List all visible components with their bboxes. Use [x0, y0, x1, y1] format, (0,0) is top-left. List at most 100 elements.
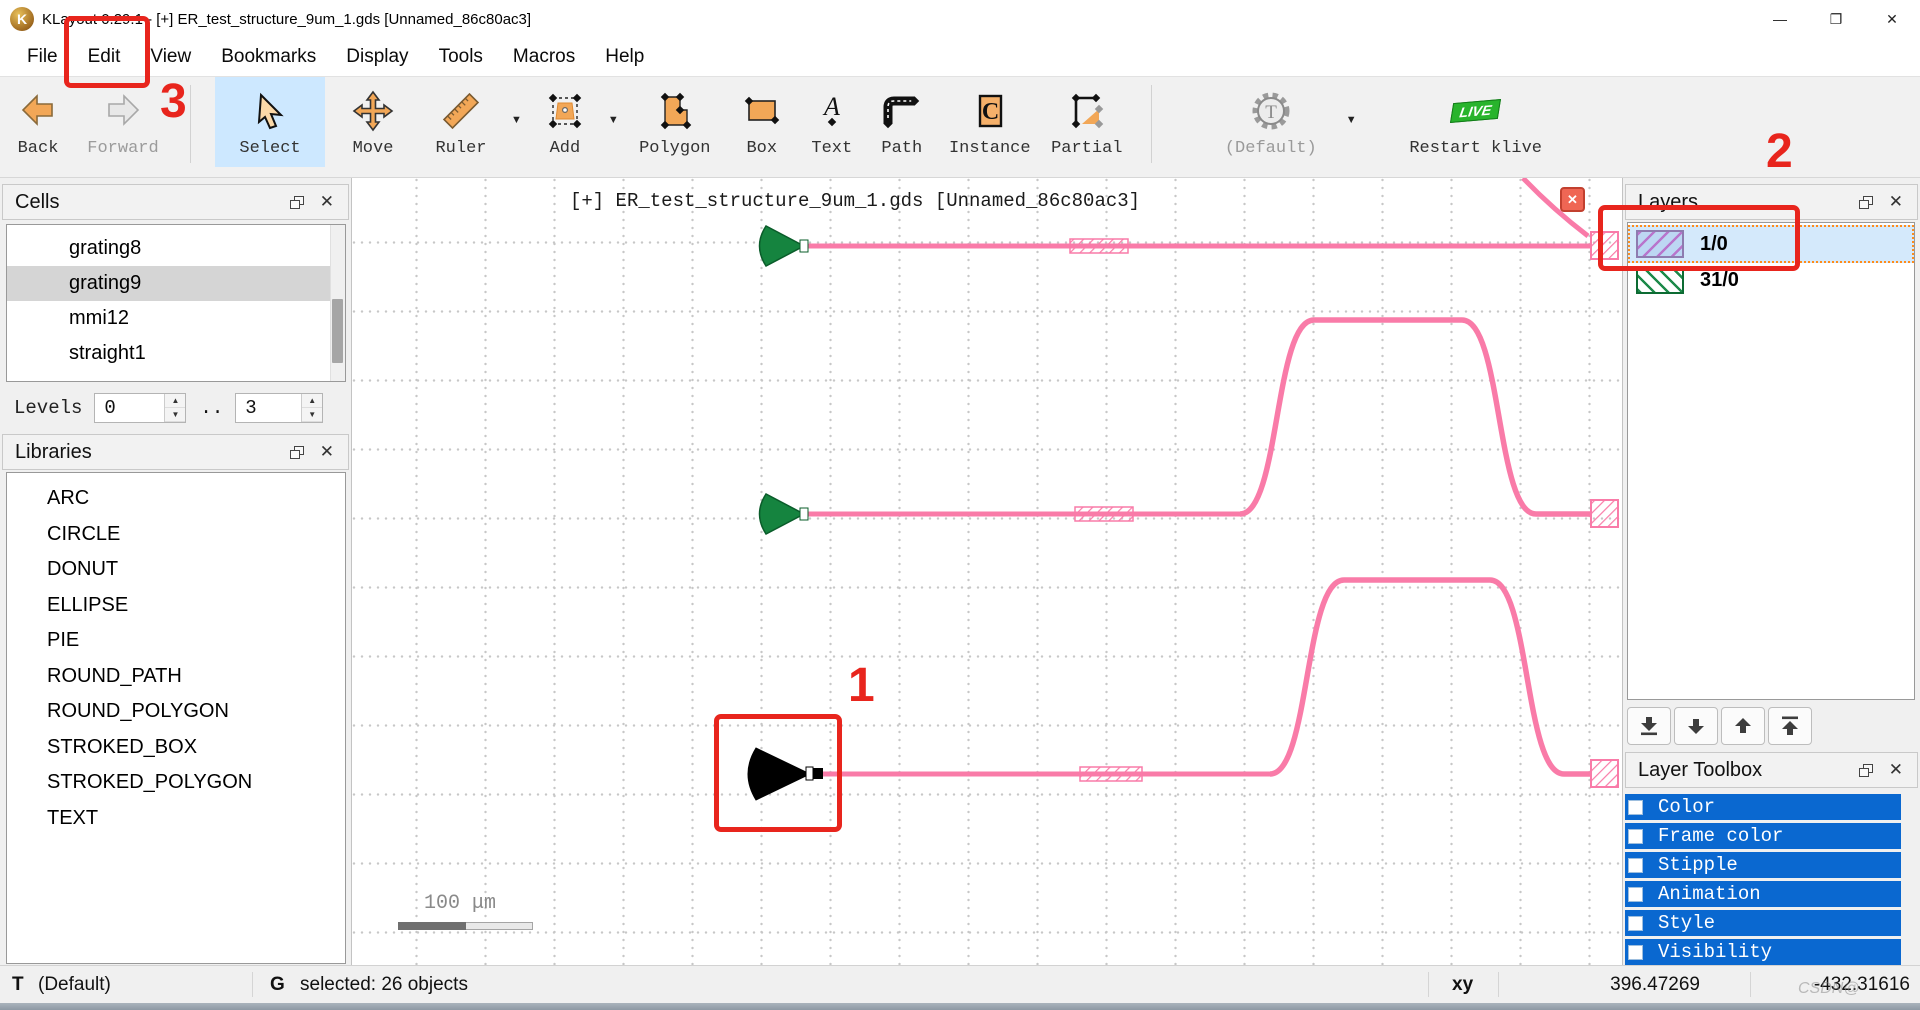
float-panel-icon[interactable] — [1858, 763, 1873, 777]
toolbox-section-animation[interactable]: Animation — [1625, 881, 1901, 907]
library-item-donut[interactable]: DONUT — [7, 552, 345, 588]
section-expander-icon[interactable] — [1628, 886, 1643, 902]
klayout-logo-icon: K — [10, 7, 34, 31]
grating-coupler-green-top[interactable] — [758, 225, 806, 267]
library-item-pie[interactable]: PIE — [7, 623, 345, 659]
scale-bar — [398, 922, 533, 930]
library-item-round-path[interactable]: ROUND_PATH — [7, 659, 345, 695]
technology-selector-button[interactable]: T (Default) — [1206, 77, 1336, 167]
library-item-round-polygon[interactable]: ROUND_POLYGON — [7, 694, 345, 730]
layer-name-31-0: 31/0 — [1700, 268, 1739, 291]
menu-bookmarks[interactable]: Bookmarks — [206, 38, 331, 76]
section-expander-icon[interactable] — [1628, 799, 1643, 815]
add-tool-button[interactable]: Add — [532, 77, 598, 167]
scale-bar-label: 100 μm — [423, 892, 496, 915]
library-item-stroked-box[interactable]: STROKED_BOX — [7, 730, 345, 766]
cells-scrollbar-thumb[interactable] — [332, 299, 343, 363]
ruler-dropdown-arrow-icon[interactable]: ▼ — [511, 114, 522, 126]
move-to-top-icon — [1782, 716, 1798, 735]
grating-coupler-selected-black[interactable] — [747, 747, 812, 801]
library-item-text[interactable]: TEXT — [7, 801, 345, 837]
section-expander-icon[interactable] — [1628, 915, 1643, 931]
float-panel-icon[interactable] — [289, 195, 304, 209]
cell-item-mmi12[interactable]: mmi12 — [7, 301, 345, 336]
section-expander-icon[interactable] — [1628, 944, 1643, 960]
coupler-tip-bottom — [805, 766, 814, 781]
menu-tools[interactable]: Tools — [424, 38, 498, 76]
levels-from-spinbox[interactable]: 0 ▲ ▼ — [94, 393, 187, 423]
move-layer-down-button[interactable] — [1674, 707, 1718, 745]
close-panel-icon[interactable]: ✕ — [1889, 761, 1903, 778]
waveguide-middle[interactable] — [758, 317, 1619, 535]
waveguide-bottom[interactable] — [747, 577, 1619, 801]
menu-file[interactable]: File — [12, 38, 73, 76]
move-layer-to-bottom-button[interactable] — [1627, 707, 1671, 745]
float-panel-icon[interactable] — [289, 445, 304, 459]
cell-item-straight1[interactable]: straight1 — [7, 336, 345, 371]
menu-display[interactable]: Display — [331, 38, 423, 76]
back-button[interactable]: Back — [6, 77, 70, 167]
restart-klive-button[interactable]: LIVE Restart klive — [1401, 77, 1551, 167]
toolbox-section-frame-color[interactable]: Frame color — [1625, 823, 1901, 849]
path-tool-button[interactable]: Path — [871, 77, 933, 167]
move-layer-to-top-button[interactable] — [1768, 707, 1812, 745]
move-layer-up-button[interactable] — [1721, 707, 1765, 745]
library-item-circle[interactable]: CIRCLE — [7, 517, 345, 553]
box-icon — [740, 87, 784, 135]
menu-help[interactable]: Help — [590, 38, 659, 76]
layout-canvas[interactable]: [+] ER_test_structure_9um_1.gds [Unnamed… — [352, 178, 1622, 965]
section-expander-icon[interactable] — [1628, 828, 1643, 844]
menu-edit[interactable]: Edit — [73, 38, 136, 76]
section-expander-icon[interactable] — [1628, 857, 1643, 873]
polygon-icon — [653, 87, 697, 135]
ruler-tool-button[interactable]: Ruler — [421, 77, 501, 167]
layers-panel-title: Layers — [1638, 190, 1699, 213]
add-dropdown-arrow-icon[interactable]: ▼ — [608, 114, 619, 126]
layer-row-1-0[interactable]: 1/0 — [1628, 225, 1914, 263]
layout-drawing — [747, 178, 1619, 801]
cell-item-grating8[interactable]: grating8 — [7, 231, 345, 266]
layer-swatch-1-0[interactable] — [1636, 230, 1684, 258]
toolbox-section-visibility[interactable]: Visibility — [1625, 939, 1901, 965]
layer-row-31-0[interactable]: 31/0 — [1628, 261, 1914, 299]
menu-view[interactable]: View — [135, 38, 206, 76]
polygon-tool-button[interactable]: Polygon — [629, 77, 721, 167]
layer-swatch-31-0[interactable] — [1636, 266, 1684, 294]
box-tool-button[interactable]: Box — [731, 77, 793, 167]
libraries-panel-title: Libraries — [15, 440, 92, 463]
canvas-close-button[interactable]: ✕ — [1560, 187, 1585, 212]
cells-scrollbar[interactable] — [330, 225, 345, 381]
forward-button[interactable]: Forward — [80, 77, 166, 167]
grating-coupler-green-middle[interactable] — [758, 493, 806, 535]
float-panel-icon[interactable] — [1858, 195, 1873, 209]
spinner-arrows-icon[interactable]: ▲ ▼ — [164, 394, 186, 422]
layers-panel-header: Layers ✕ — [1625, 184, 1918, 220]
toolbox-section-style[interactable]: Style — [1625, 910, 1901, 936]
partial-tool-button[interactable]: Partial — [1047, 77, 1127, 167]
pad-hatch-bottom — [1590, 759, 1619, 788]
toolbox-section-stipple[interactable]: Stipple — [1625, 852, 1901, 878]
instance-icon: C — [968, 87, 1012, 135]
klayout-window: K KLayout 0.29.1 - [+] ER_test_structure… — [0, 0, 1920, 1010]
library-item-ellipse[interactable]: ELLIPSE — [7, 588, 345, 624]
toolbox-section-color[interactable]: Color — [1625, 794, 1901, 820]
close-button[interactable]: ✕ — [1864, 0, 1920, 38]
library-item-arc[interactable]: ARC — [7, 481, 345, 517]
instance-tool-button[interactable]: C Instance — [943, 77, 1037, 167]
move-tool-button[interactable]: Move — [335, 77, 411, 167]
maximize-button[interactable]: ❐ — [1808, 0, 1864, 38]
close-panel-icon[interactable]: ✕ — [1889, 193, 1903, 210]
minimize-button[interactable]: — — [1752, 0, 1808, 38]
spinner-arrows-icon[interactable]: ▲ ▼ — [301, 394, 323, 422]
close-panel-icon[interactable]: ✕ — [320, 443, 334, 460]
technology-gear-icon: T — [1249, 87, 1293, 135]
menu-macros[interactable]: Macros — [498, 38, 590, 76]
close-panel-icon[interactable]: ✕ — [320, 193, 334, 210]
text-tool-button[interactable]: A Text — [803, 77, 861, 167]
default-dropdown-arrow-icon[interactable]: ▼ — [1346, 114, 1357, 126]
levels-to-spinbox[interactable]: 3 ▲ ▼ — [235, 393, 324, 423]
select-tool-button[interactable]: Select — [215, 77, 325, 167]
library-item-stroked-polygon[interactable]: STROKED_POLYGON — [7, 765, 345, 801]
cell-item-grating9[interactable]: grating9 — [7, 266, 345, 301]
main-area: Cells ✕ grating8 grating9 mmi12 straight… — [0, 178, 1920, 965]
